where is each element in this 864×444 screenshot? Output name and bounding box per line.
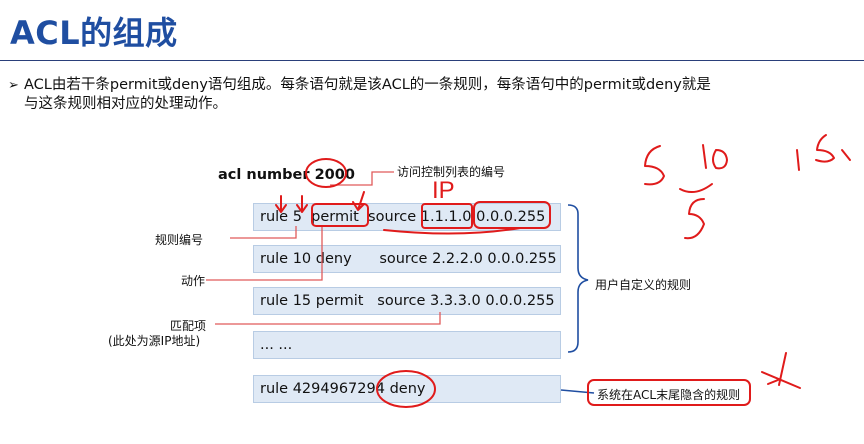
ink-box-ip [421, 203, 473, 229]
ink-doodle-tilde [679, 183, 713, 194]
callout-match-item [215, 312, 441, 325]
bracket-user-defined [567, 204, 589, 353]
ink-doodle-5a [644, 145, 665, 186]
ink-arrow-3 [352, 191, 365, 211]
ink-doodle-15 [796, 134, 851, 171]
ink-box-wildcard [473, 201, 551, 229]
pointer-implicit-rule [560, 389, 595, 394]
handwriting [275, 134, 851, 408]
ink-circle-deny [376, 370, 436, 408]
ink-ip-label: IP [432, 177, 455, 204]
annotation-overlay: IP [206, 134, 851, 408]
ink-box-implicit [587, 379, 751, 406]
callout-rule-number [230, 226, 297, 239]
ink-doodle-5b [684, 198, 705, 240]
ink-doodle-10 [702, 144, 728, 170]
ink-arrow-2 [296, 195, 308, 213]
callout-lines [206, 171, 441, 325]
ink-x-mark [761, 352, 801, 389]
ink-arrow-1 [275, 195, 287, 213]
ink-circle-2000 [305, 158, 347, 188]
callout-action [206, 226, 323, 281]
